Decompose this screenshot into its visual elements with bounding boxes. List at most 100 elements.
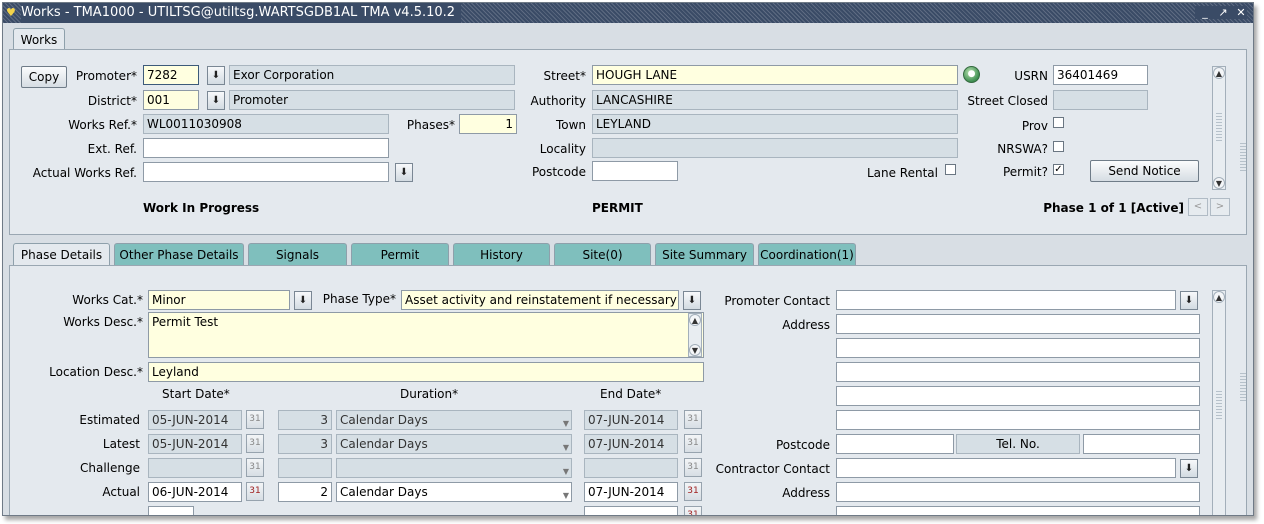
actual-unit-select[interactable]: Calendar Days ▼ [336, 482, 572, 502]
chevron-down-icon: ▼ [562, 467, 569, 476]
works-window: ♥ Works - TMA1000 - UTILTSG@utiltsg.WART… [2, 2, 1254, 516]
nrswa-label: NRSWA? [997, 142, 1048, 156]
tab-works[interactable]: Works [13, 28, 65, 50]
tel-label: Tel. No. [956, 434, 1080, 454]
works-cat-lov-icon[interactable]: ⬇ [294, 291, 312, 310]
prev-phase-button[interactable]: < [1188, 198, 1208, 216]
works-cat-label: Works Cat.* [72, 293, 143, 307]
scroll-grip[interactable] [1216, 391, 1222, 421]
estimated-duration-field: 3 [278, 410, 332, 430]
address-line-2[interactable] [836, 338, 1200, 358]
contractor-contact-field[interactable] [836, 458, 1176, 478]
estimated-start-field: 05-JUN-2014 [148, 410, 242, 430]
next-phase-button[interactable]: > [1210, 198, 1230, 216]
scroll-down-icon[interactable]: ▼ [689, 344, 701, 356]
actual-start-field[interactable]: 06-JUN-2014 [148, 482, 242, 502]
estimated-end-field: 07-JUN-2014 [584, 410, 678, 430]
phase-type-lov-icon[interactable]: ⬇ [683, 291, 701, 310]
district-label: District* [87, 94, 137, 108]
actual-works-ref-lov-icon[interactable]: ⬇ [395, 163, 413, 182]
works-ref-field: WL0011030908 [143, 114, 389, 134]
address-line-3[interactable] [836, 362, 1200, 382]
next-row-calendar-icon[interactable]: 31 [684, 506, 702, 515]
works-desc-scrollbar[interactable]: ▲ ▼ [688, 313, 702, 357]
latest-duration-field: 3 [278, 434, 332, 454]
promoter-contact-lov-icon[interactable]: ⬇ [1180, 291, 1198, 310]
district-code-field[interactable]: 001 [143, 90, 199, 110]
tab-site-summary[interactable]: Site Summary [655, 243, 754, 265]
contractor-address-line-1[interactable] [836, 482, 1200, 502]
district-lov-icon[interactable]: ⬇ [207, 91, 225, 110]
phase-scrollbar[interactable]: ▲ [1212, 290, 1226, 515]
estimated-end-calendar-icon: 31 [684, 410, 702, 429]
address-line-1[interactable] [836, 314, 1200, 334]
scroll-up-icon[interactable]: ▲ [689, 314, 701, 326]
tab-permit[interactable]: Permit [351, 243, 449, 265]
nrswa-checkbox[interactable] [1053, 141, 1064, 152]
title-bar: ♥ Works - TMA1000 - UTILTSG@utiltsg.WART… [3, 3, 1253, 23]
permit-question-label: Permit? [1002, 165, 1048, 179]
promoter-code-field[interactable]: 7282 [143, 65, 199, 85]
estimated-unit-select: Calendar Days ▼ [336, 410, 572, 430]
promoter-lov-icon[interactable]: ⬇ [207, 66, 225, 85]
latest-start-calendar-icon: 31 [246, 434, 264, 453]
actual-end-field[interactable]: 07-JUN-2014 [584, 482, 678, 502]
ext-ref-field[interactable] [143, 138, 389, 158]
address-line-5[interactable] [836, 410, 1200, 430]
district-name-field: Promoter [229, 90, 515, 110]
window-title: Works - TMA1000 - UTILTSG@utiltsg.WARTSG… [21, 3, 462, 23]
close-icon[interactable]: ✕ [1235, 6, 1247, 19]
works-desc-label: Works Desc.* [63, 315, 143, 329]
scroll-grip[interactable] [1216, 113, 1222, 143]
tab-site[interactable]: Site(0) [554, 243, 651, 265]
restore-icon[interactable]: ↗ [1217, 6, 1229, 19]
prov-checkbox[interactable] [1053, 117, 1064, 128]
actual-label: Actual [102, 485, 140, 499]
next-row-field[interactable] [148, 506, 194, 515]
actual-duration-field[interactable]: 2 [278, 482, 332, 502]
scroll-up-icon[interactable]: ▲ [1213, 67, 1225, 79]
phases-field[interactable]: 1 [459, 114, 517, 134]
contact-postcode-field[interactable] [836, 434, 954, 454]
usrn-field[interactable]: 36401469 [1053, 65, 1148, 85]
challenge-label: Challenge [80, 461, 140, 475]
tab-phase-details[interactable]: Phase Details [13, 243, 110, 265]
scroll-down-icon[interactable]: ▼ [1213, 177, 1225, 189]
permit-checkbox[interactable]: ✓ [1053, 164, 1064, 175]
ext-ref-label: Ext. Ref. [87, 142, 137, 156]
scroll-up-icon[interactable]: ▲ [1213, 291, 1225, 303]
tab-coordination[interactable]: Coordination(1) [758, 243, 856, 265]
estimated-label: Estimated [79, 413, 140, 427]
works-desc-textarea[interactable]: Permit Test [148, 312, 704, 358]
challenge-duration-field [278, 458, 332, 478]
app-heart-icon: ♥ [6, 6, 16, 19]
street-closed-field [1053, 90, 1148, 110]
works-header-panel: Copy Promoter* 7282 ⬇ Exor Corporation D… [9, 49, 1247, 235]
works-cat-field[interactable]: Minor [148, 290, 290, 310]
contractor-address-label: Address [782, 486, 830, 500]
street-field[interactable]: HOUGH LANE [592, 65, 958, 85]
tel-field[interactable] [1083, 434, 1200, 454]
contractor-contact-lov-icon[interactable]: ⬇ [1180, 459, 1198, 478]
copy-button[interactable]: Copy [21, 66, 67, 88]
actual-works-ref-field[interactable] [143, 162, 389, 182]
tab-signals[interactable]: Signals [248, 243, 347, 265]
address-line-4[interactable] [836, 386, 1200, 406]
contractor-address-line-2[interactable] [836, 506, 1200, 515]
promoter-contact-field[interactable] [836, 290, 1176, 310]
postcode-field[interactable] [592, 161, 678, 181]
chevron-down-icon: ▼ [562, 443, 569, 452]
phase-type-field[interactable]: Asset activity and reinstatement if nece… [401, 290, 679, 310]
tab-other-phase-details[interactable]: Other Phase Details [114, 243, 244, 265]
phase-status-text: Phase 1 of 1 [Active] [1043, 201, 1184, 215]
next-row-end-field[interactable] [584, 506, 678, 515]
lane-rental-checkbox[interactable] [945, 164, 956, 175]
tab-history[interactable]: History [453, 243, 550, 265]
send-notice-button[interactable]: Send Notice [1090, 160, 1199, 182]
actual-start-calendar-icon[interactable]: 31 [246, 482, 264, 501]
actual-end-calendar-icon[interactable]: 31 [684, 482, 702, 501]
challenge-start-calendar-icon: 31 [246, 458, 264, 477]
location-desc-field[interactable]: Leyland [148, 362, 704, 382]
header-scrollbar[interactable]: ▲ ▼ [1212, 66, 1226, 190]
minimize-icon[interactable]: _ [1199, 6, 1211, 19]
